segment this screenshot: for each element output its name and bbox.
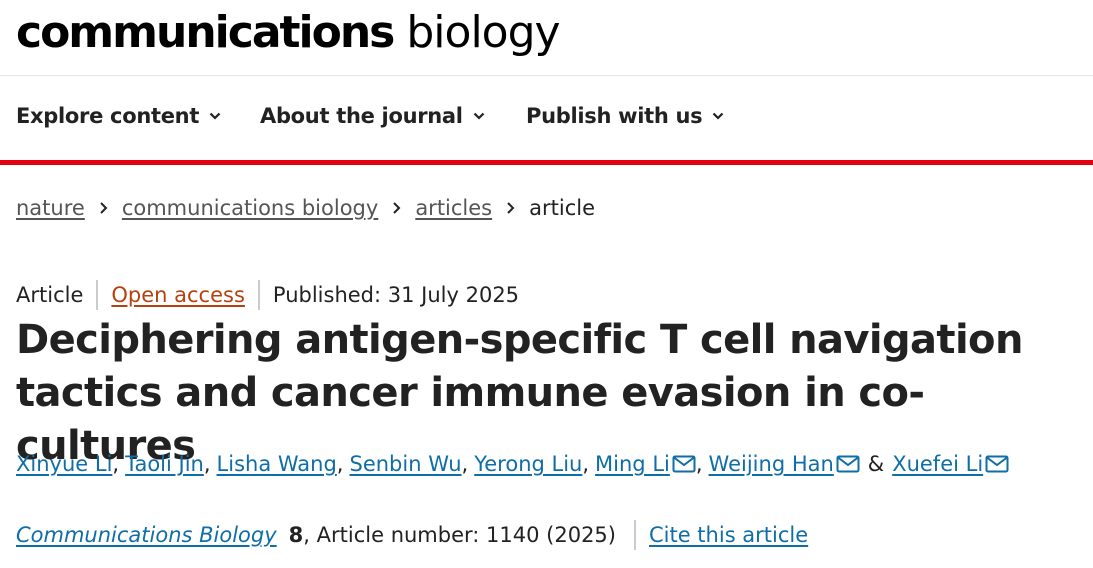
author-separator: ,: [695, 452, 703, 476]
breadcrumb-link-articles[interactable]: articles: [415, 196, 492, 220]
meta-divider: [96, 280, 99, 310]
breadcrumb-current: article: [529, 196, 595, 220]
breadcrumb-link-nature[interactable]: nature: [16, 196, 85, 220]
author-link[interactable]: Taoli Jin: [125, 452, 204, 476]
author-separator: ,: [336, 452, 344, 476]
chevron-down-icon: [713, 112, 724, 120]
meta-divider: [257, 280, 260, 310]
chevron-right-icon: [393, 202, 401, 214]
article-number: , Article number: 1140 (2025): [303, 523, 616, 547]
nav-item-label: About the journal: [260, 104, 463, 128]
journal-logo[interactable]: communications biology: [16, 4, 561, 62]
volume-number: 8: [288, 523, 304, 547]
masthead: communications biology: [0, 0, 1093, 76]
author-separator: ,: [203, 452, 211, 476]
journal-name-link[interactable]: Communications Biology: [16, 523, 277, 547]
citation-divider: [633, 520, 636, 550]
author-separator: ,: [112, 452, 120, 476]
author-link[interactable]: Lisha Wang: [217, 452, 337, 476]
author-link[interactable]: Xinyue Li: [16, 452, 112, 476]
author-link[interactable]: Yerong Liu: [474, 452, 582, 476]
nav-about-the-journal[interactable]: About the journal: [260, 104, 485, 128]
chevron-down-icon: [209, 112, 221, 120]
author-separator: ,: [582, 452, 590, 476]
cite-this-article-link[interactable]: Cite this article: [649, 523, 808, 547]
chevron-right-icon: [100, 202, 108, 214]
author-link[interactable]: Senbin Wu: [349, 452, 461, 476]
main-nav: Explore content About the journal Publis…: [0, 76, 1093, 165]
email-icon[interactable]: [836, 455, 860, 473]
citation-line: Communications Biology 8 , Article numbe…: [16, 520, 808, 550]
email-icon[interactable]: [672, 455, 696, 473]
author-separator: ,: [461, 452, 469, 476]
author-separator: &: [867, 452, 885, 476]
article-title: Deciphering antigen-specific T cell navi…: [16, 317, 1023, 469]
article-meta: Article Open access Published: 31 July 2…: [16, 280, 519, 310]
published-date: Published: 31 July 2025: [272, 283, 520, 307]
nav-item-label: Explore content: [16, 104, 200, 128]
breadcrumb-link-journal[interactable]: communications biology: [122, 196, 378, 220]
open-access-link[interactable]: Open access: [111, 283, 245, 307]
logo-light-text: biology: [406, 7, 560, 58]
breadcrumb: nature communications biology articles a…: [16, 196, 595, 220]
nav-explore-content[interactable]: Explore content: [16, 104, 221, 128]
author-list: Xinyue Li, Taoli Jin, Lisha Wang, Senbin Wu…: [16, 452, 1009, 476]
nav-publish-with-us[interactable]: Publish with us: [526, 104, 724, 128]
chevron-right-icon: [507, 202, 515, 214]
chevron-down-icon: [473, 112, 484, 120]
article-type: Article: [16, 283, 84, 307]
author-link[interactable]: Xuefei Li: [892, 452, 983, 476]
author-link[interactable]: Ming Li: [595, 452, 670, 476]
logo-bold-text: communications: [16, 7, 395, 58]
email-icon[interactable]: [985, 455, 1009, 473]
author-link[interactable]: Weijing Han: [709, 452, 834, 476]
nav-item-label: Publish with us: [526, 104, 703, 128]
